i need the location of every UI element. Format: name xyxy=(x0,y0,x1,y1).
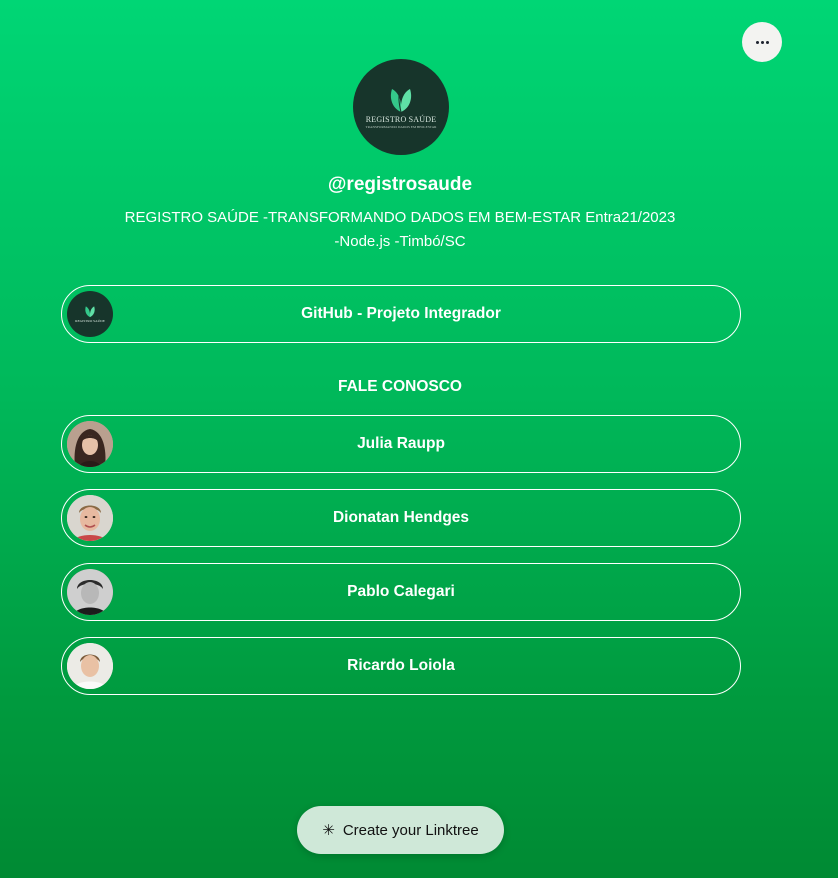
more-horizontal-icon xyxy=(755,40,769,44)
link-label: Julia Raupp xyxy=(357,435,445,452)
registro-saude-logo-thumbnail: REGISTRO SAÚDE xyxy=(67,291,113,337)
link-contact-julia-raupp[interactable]: Julia Raupp xyxy=(61,415,741,473)
link-github-projeto-integrador[interactable]: REGISTRO SAÚDE GitHub - Projeto Integrad… xyxy=(61,285,741,343)
link-label: Ricardo Loiola xyxy=(347,657,455,674)
more-options-button[interactable] xyxy=(742,22,782,62)
create-linktree-button[interactable]: ✳ Create your Linktree xyxy=(297,806,504,854)
dionatan-hendges-avatar xyxy=(67,495,113,541)
profile-bio: REGISTRO SAÚDE -TRANSFORMANDO DADOS EM B… xyxy=(100,206,700,254)
create-linktree-label: Create your Linktree xyxy=(342,821,479,839)
linktree-asterisk-icon: ✳ xyxy=(322,822,335,839)
profile-avatar: REGISTRO SAÚDE TRANSFORMANDO DADOS EM BE… xyxy=(353,59,449,155)
pablo-calegari-avatar xyxy=(67,569,113,615)
bio-line-1: REGISTRO SAÚDE -TRANSFORMANDO DADOS EM B… xyxy=(124,209,676,226)
leaf-logo-icon xyxy=(85,306,95,318)
link-contact-ricardo-loiola[interactable]: Ricardo Loiola xyxy=(61,637,741,695)
julia-raupp-avatar xyxy=(67,421,113,467)
link-label: GitHub - Projeto Integrador xyxy=(301,305,501,322)
link-contact-pablo-calegari[interactable]: Pablo Calegari xyxy=(61,563,741,621)
ricardo-loiola-avatar xyxy=(67,643,113,689)
link-label: Dionatan Hendges xyxy=(332,509,470,526)
link-contact-dionatan-hendges[interactable]: Dionatan Hendges xyxy=(61,489,741,547)
logo-subtext: TRANSFORMANDO DADOS EM BEM-ESTAR xyxy=(365,124,437,129)
logo-mini-text: REGISTRO SAÚDE xyxy=(75,319,105,323)
logo-text: REGISTRO SAÚDE xyxy=(365,114,437,124)
leaf-logo-icon xyxy=(390,88,412,112)
section-title: FALE CONOSCO xyxy=(337,378,462,395)
bio-line-2: -Node.js -Timbó/SC xyxy=(334,233,466,250)
link-label: Pablo Calegari xyxy=(347,583,455,600)
profile-username: @registrosaude xyxy=(327,174,473,195)
